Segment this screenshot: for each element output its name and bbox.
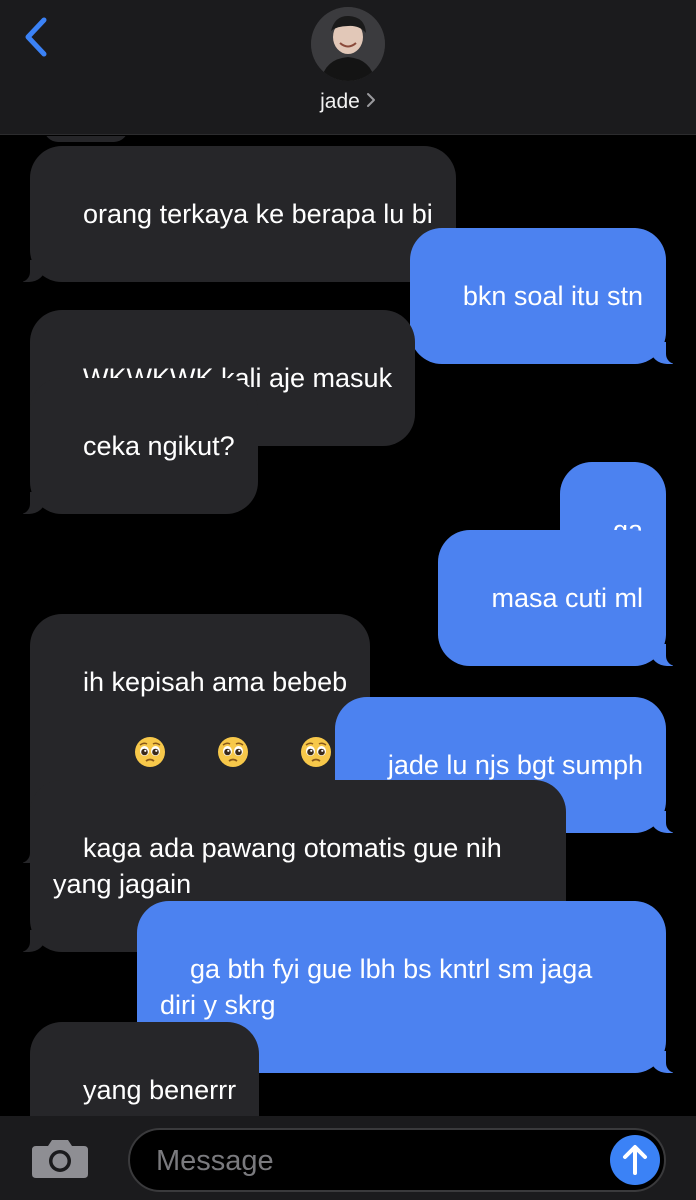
message-text: masa cuti ml bbox=[491, 583, 643, 613]
incoming-message-bubble[interactable]: ceka ngikut? bbox=[12, 378, 258, 514]
chevron-right-icon bbox=[366, 90, 376, 114]
outgoing-message-bubble[interactable]: bkn soal itu stn bbox=[409, 228, 685, 364]
back-chevron-icon[interactable] bbox=[22, 14, 52, 60]
incoming-message-bubble[interactable]: orang terkaya ke berapa lu bi bbox=[12, 146, 456, 282]
message-thread: orang terkaya ke berapa lu bi bkn soal i… bbox=[0, 136, 696, 1116]
avatar[interactable] bbox=[311, 7, 385, 81]
message-text: ceka ngikut? bbox=[83, 431, 235, 461]
contact-name-button[interactable]: jade bbox=[0, 90, 696, 114]
message-text: ga bth fyi gue lbh bs kntrl sm jaga diri… bbox=[160, 954, 593, 1020]
outgoing-message-bubble[interactable]: masa cuti ml bbox=[438, 530, 684, 666]
conversation-header: jade bbox=[0, 0, 696, 135]
message-text: bkn soal itu stn bbox=[462, 281, 643, 311]
message-text: orang terkaya ke berapa lu bi bbox=[83, 199, 433, 229]
message-text: yang benerrr bbox=[83, 1075, 237, 1105]
message-composer bbox=[0, 1116, 696, 1200]
message-input[interactable] bbox=[154, 1140, 598, 1182]
message-text: ih kepisah ama bebeb bbox=[83, 667, 348, 697]
message-text: kaga ada pawang otomatis gue nih yang ja… bbox=[53, 833, 502, 899]
contact-name: jade bbox=[320, 90, 360, 113]
message-text: jade lu njs bgt sumph bbox=[387, 750, 643, 780]
send-arrow-icon[interactable] bbox=[610, 1135, 660, 1185]
incoming-message-bubble[interactable]: yang benerrr bbox=[30, 1022, 260, 1116]
camera-icon[interactable] bbox=[30, 1136, 90, 1180]
previous-message-bubble-fragment bbox=[44, 136, 128, 142]
message-input-container[interactable] bbox=[128, 1128, 666, 1192]
